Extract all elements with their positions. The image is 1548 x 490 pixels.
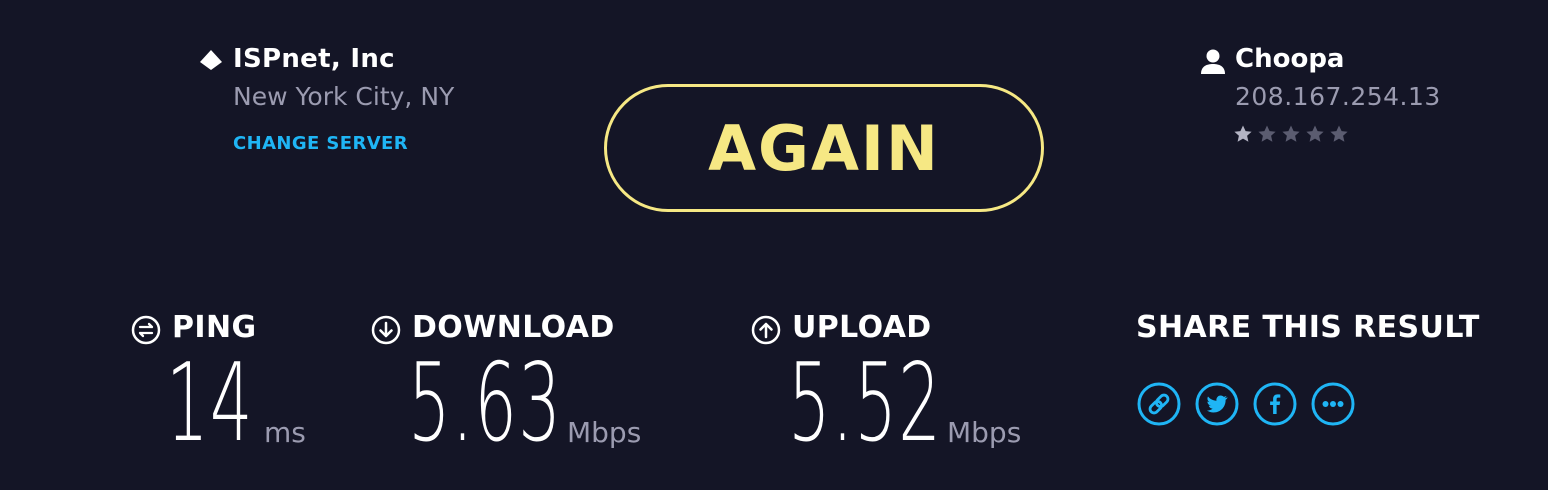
rating-star-icon[interactable] [1233,124,1253,144]
again-button-label: AGAIN [708,111,940,185]
download-arrow-icon [371,315,401,345]
share-icons [1137,382,1355,426]
download-value: 5.63 [408,341,563,466]
rating-star-icon[interactable] [1257,124,1277,144]
isp-name: ISPnet, Inc [233,44,395,74]
upload-unit: Mbps [947,416,1022,449]
download-label: DOWNLOAD [412,310,615,345]
upload-value: 5.52 [788,341,943,466]
rating-star-icon[interactable] [1329,124,1349,144]
facebook-icon[interactable] [1253,382,1297,426]
host-ip: 208.167.254.13 [1235,82,1441,111]
host-rating[interactable] [1233,124,1349,144]
isp-location-icon [198,48,224,74]
user-icon [1199,48,1227,76]
twitter-icon[interactable] [1195,382,1239,426]
link-icon[interactable] [1137,382,1181,426]
download-unit: Mbps [567,416,642,449]
rating-star-icon[interactable] [1281,124,1301,144]
upload-label: UPLOAD [792,310,932,345]
ping-icon [131,315,161,345]
change-server-link[interactable]: CHANGE SERVER [233,133,408,154]
host-name: Choopa [1235,44,1345,74]
rating-star-icon[interactable] [1305,124,1325,144]
again-button[interactable]: AGAIN [604,84,1044,212]
share-result-label: SHARE THIS RESULT [1136,310,1480,345]
ping-label: PING [172,310,257,345]
ping-unit: ms [264,416,306,449]
upload-arrow-icon [751,315,781,345]
isp-location: New York City, NY [233,82,455,111]
more-icon[interactable] [1311,382,1355,426]
ping-value: 14 [166,341,254,466]
